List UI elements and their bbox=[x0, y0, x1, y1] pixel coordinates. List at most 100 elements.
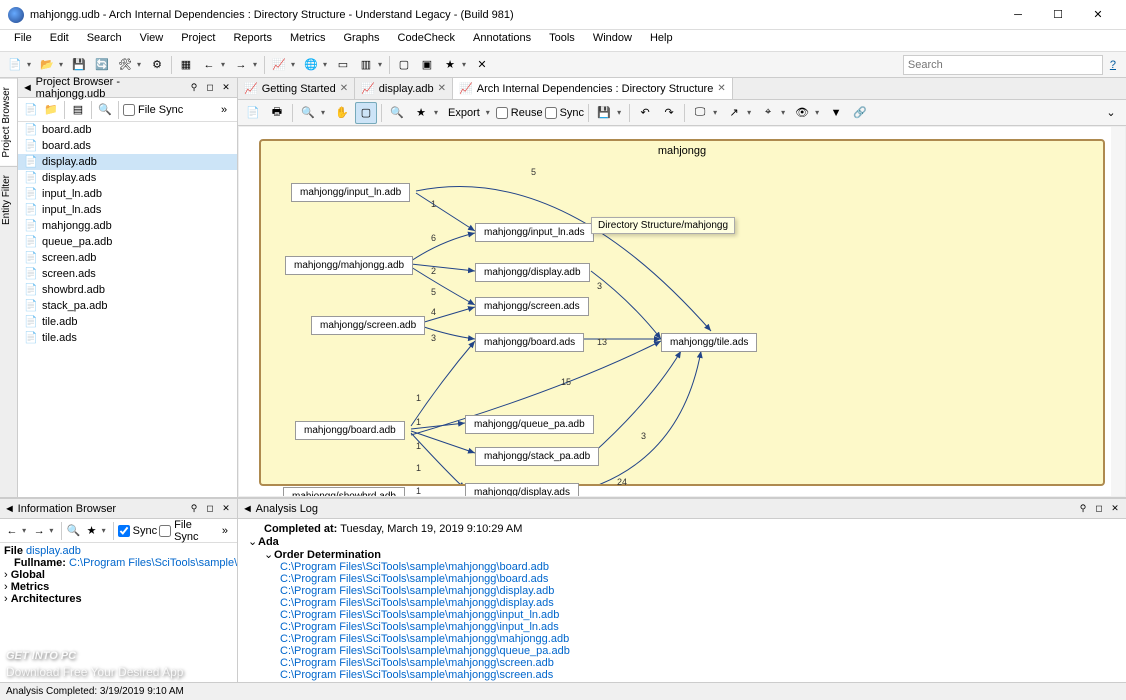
grid-icon[interactable]: ▦ bbox=[175, 54, 197, 76]
file-item[interactable]: 📄input_ln.adb bbox=[18, 186, 237, 202]
graph-node[interactable]: mahjongg/screen.ads bbox=[475, 297, 589, 316]
close-all-icon[interactable]: ✕ bbox=[471, 54, 493, 76]
analysis-path[interactable]: C:\Program Files\SciTools\sample\mahjong… bbox=[280, 657, 1116, 669]
doc-icon[interactable]: 📄 bbox=[242, 102, 264, 124]
analysis-path[interactable]: C:\Program Files\SciTools\sample\mahjong… bbox=[280, 645, 1116, 657]
zoom-icon[interactable]: 🔍 bbox=[297, 102, 319, 124]
file-link[interactable]: display.adb bbox=[26, 545, 81, 557]
analysis-path[interactable]: C:\Program Files\SciTools\sample\mahjong… bbox=[280, 621, 1116, 633]
file-item[interactable]: 📄display.adb bbox=[18, 154, 237, 170]
graph-icon[interactable]: 📈 bbox=[268, 54, 290, 76]
info-global[interactable]: Global bbox=[11, 569, 45, 581]
graph-area[interactable]: mahjongg bbox=[238, 126, 1126, 497]
menu-tools[interactable]: Tools bbox=[541, 30, 583, 51]
graph-node[interactable]: mahjongg/mahjongg.adb bbox=[285, 256, 413, 275]
menu-metrics[interactable]: Metrics bbox=[282, 30, 333, 51]
menu-window[interactable]: Window bbox=[585, 30, 640, 51]
forward-icon[interactable]: → bbox=[230, 54, 252, 76]
analysis-path[interactable]: C:\Program Files\SciTools\sample\mahjong… bbox=[280, 669, 1116, 681]
file-item[interactable]: 📄display.ads bbox=[18, 170, 237, 186]
globe-icon[interactable]: 🌐 bbox=[300, 54, 322, 76]
menu-view[interactable]: View bbox=[132, 30, 172, 51]
chevron-icon[interactable]: ◄ bbox=[242, 503, 253, 515]
analysis-path[interactable]: C:\Program Files\SciTools\sample\mahjong… bbox=[280, 633, 1116, 645]
analysis-path[interactable]: C:\Program Files\SciTools\sample\mahjong… bbox=[280, 573, 1116, 585]
tab-close-icon[interactable]: ✕ bbox=[340, 83, 348, 94]
add-file-icon[interactable]: 📄 bbox=[22, 101, 40, 119]
redo-icon[interactable]: ↷ bbox=[658, 102, 680, 124]
tool2-icon[interactable]: ▣ bbox=[416, 54, 438, 76]
info-architectures[interactable]: Architectures bbox=[11, 593, 82, 605]
chain-icon[interactable]: 🔗 bbox=[849, 102, 871, 124]
popout-icon[interactable]: ◻ bbox=[203, 81, 217, 95]
fullname-link[interactable]: C:\Program Files\SciTools\sample\mahjong… bbox=[69, 557, 237, 569]
analysis-path[interactable]: C:\Program Files\SciTools\sample\mahjong… bbox=[280, 597, 1116, 609]
panel-close-icon[interactable]: ✕ bbox=[219, 502, 233, 516]
print-icon[interactable]: 🖶 bbox=[266, 102, 288, 124]
panel-close-icon[interactable]: ✕ bbox=[219, 81, 233, 95]
search-input[interactable] bbox=[903, 55, 1103, 75]
chevron-icon[interactable]: ◄ bbox=[22, 82, 33, 94]
tab-close-icon[interactable]: ✕ bbox=[438, 83, 446, 94]
file-item[interactable]: 📄board.adb bbox=[18, 122, 237, 138]
popout-icon[interactable]: ◻ bbox=[1092, 502, 1106, 516]
star-icon[interactable]: ★ bbox=[83, 522, 99, 540]
target-icon[interactable]: ⌖ bbox=[757, 102, 779, 124]
funnel-icon[interactable]: ▼ bbox=[825, 102, 847, 124]
file-item[interactable]: 📄tile.adb bbox=[18, 314, 237, 330]
file-sync-checkbox[interactable]: File Sync bbox=[123, 104, 183, 116]
editor-tab[interactable]: 📈display.adb✕ bbox=[355, 78, 453, 99]
graph-scrollbar[interactable] bbox=[1111, 127, 1125, 496]
back-icon[interactable]: ← bbox=[198, 54, 220, 76]
analyze-icon[interactable]: 🛠 bbox=[114, 54, 136, 76]
search2-icon[interactable]: 🔍 bbox=[96, 101, 114, 119]
export-button[interactable]: Export bbox=[448, 107, 480, 119]
screen-icon[interactable]: 🖵 bbox=[689, 102, 711, 124]
minimize-button[interactable]: ─ bbox=[998, 2, 1038, 28]
info-metrics[interactable]: Metrics bbox=[11, 581, 50, 593]
file-item[interactable]: 📄screen.adb bbox=[18, 250, 237, 266]
graph-node[interactable]: mahjongg/screen.adb bbox=[311, 316, 425, 335]
save-icon[interactable]: 💾 bbox=[68, 54, 90, 76]
pin-icon[interactable]: ⚲ bbox=[187, 81, 201, 95]
graph-node[interactable]: mahjongg/display.ads bbox=[465, 483, 579, 497]
lang-node[interactable]: Ada bbox=[258, 536, 279, 548]
menu-file[interactable]: File bbox=[6, 30, 40, 51]
open-icon[interactable]: 📂 bbox=[36, 54, 58, 76]
help-link[interactable]: ? bbox=[1110, 59, 1116, 71]
select-icon[interactable]: ▢ bbox=[355, 102, 377, 124]
analysis-path[interactable]: C:\Program Files\SciTools\sample\mahjong… bbox=[280, 561, 1116, 573]
popout-icon[interactable]: ◻ bbox=[203, 502, 217, 516]
file-item[interactable]: 📄screen.ads bbox=[18, 266, 237, 282]
expand-icon[interactable]: » bbox=[215, 101, 233, 119]
section-node[interactable]: Order Determination bbox=[274, 549, 381, 561]
config-icon[interactable]: ⚙ bbox=[146, 54, 168, 76]
file-item[interactable]: 📄tile.ads bbox=[18, 330, 237, 346]
pin-icon[interactable]: ⚲ bbox=[1076, 502, 1090, 516]
search-icon[interactable]: 🔍 bbox=[65, 522, 81, 540]
reuse-checkbox[interactable]: Reuse bbox=[496, 107, 543, 119]
graph-node[interactable]: mahjongg/board.adb bbox=[295, 421, 405, 440]
back-icon[interactable]: ← bbox=[4, 522, 20, 540]
expand-icon[interactable]: » bbox=[217, 522, 233, 540]
graph-node[interactable]: mahjongg/input_ln.ads bbox=[475, 223, 594, 242]
menu-project[interactable]: Project bbox=[173, 30, 223, 51]
graph-node[interactable]: mahjongg/queue_pa.adb bbox=[465, 415, 594, 434]
editor-tab[interactable]: 📈Getting Started✕ bbox=[238, 78, 355, 99]
menu-graphs[interactable]: Graphs bbox=[335, 30, 387, 51]
graph-node[interactable]: mahjongg/display.adb bbox=[475, 263, 590, 282]
save2-icon[interactable]: 💾 bbox=[593, 102, 615, 124]
tab-entity-filter[interactable]: Entity Filter bbox=[0, 166, 17, 233]
analysis-path[interactable]: C:\Program Files\SciTools\sample\mahjong… bbox=[280, 609, 1116, 621]
analysis-path[interactable]: C:\Program Files\SciTools\sample\mahjong… bbox=[280, 585, 1116, 597]
close-button[interactable]: ✕ bbox=[1078, 2, 1118, 28]
sync-checkbox[interactable]: Sync bbox=[545, 107, 584, 119]
menu-help[interactable]: Help bbox=[642, 30, 681, 51]
editor-tab[interactable]: 📈Arch Internal Dependencies : Directory … bbox=[453, 78, 733, 99]
maximize-button[interactable]: ☐ bbox=[1038, 2, 1078, 28]
pin-icon[interactable]: ⚲ bbox=[187, 502, 201, 516]
menu-annotations[interactable]: Annotations bbox=[465, 30, 539, 51]
graph-node[interactable]: mahjongg/input_ln.adb bbox=[291, 183, 410, 202]
add-folder-icon[interactable]: 📁 bbox=[42, 101, 60, 119]
file-item[interactable]: 📄board.ads bbox=[18, 138, 237, 154]
